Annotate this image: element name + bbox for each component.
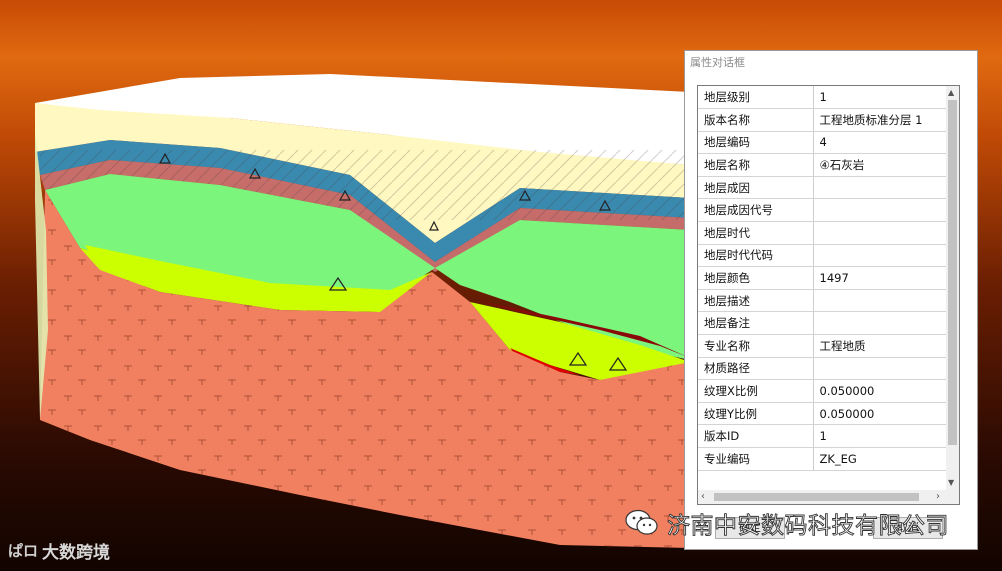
property-value[interactable]: ④石灰岩: [813, 153, 948, 177]
property-row[interactable]: 地层时代代码: [698, 244, 948, 268]
property-key: 版本ID: [698, 424, 814, 448]
brand-name: 大数跨境: [42, 543, 111, 563]
property-value[interactable]: [813, 221, 948, 245]
property-value[interactable]: 0.050000: [813, 402, 948, 426]
property-dialog[interactable]: 属性对话框 地层级别 1 版本名称 工程地质标准分层 1 地层编码 4 地层名称 ④石灰岩 地层…: [684, 50, 978, 550]
property-key: 地层颜色: [698, 266, 814, 290]
property-value[interactable]: 工程地质标准分层 1: [813, 108, 948, 132]
property-value[interactable]: [813, 176, 948, 200]
property-value[interactable]: ZK_EG: [813, 447, 948, 471]
property-value[interactable]: 0.050000: [813, 379, 948, 403]
property-key: 材质路径: [698, 357, 814, 381]
property-value[interactable]: [813, 198, 948, 223]
property-row[interactable]: 材质路径: [698, 357, 948, 381]
brand-logo-icon: ぱロ: [8, 542, 39, 560]
property-table[interactable]: 地层级别 1 版本名称 工程地质标准分层 1 地层编码 4 地层名称 ④石灰岩 地层成因 地层成因…: [698, 86, 948, 471]
scrollbar-corner: [946, 490, 959, 504]
property-key: 专业名称: [698, 334, 814, 358]
property-row[interactable]: 专业名称 工程地质: [698, 334, 948, 358]
vertical-scroll-thumb[interactable]: [948, 100, 957, 445]
property-key: 版本名称: [698, 108, 814, 132]
property-row[interactable]: 纹理Y比例 0.050000: [698, 402, 948, 426]
scroll-up-icon[interactable]: ▲: [948, 88, 954, 98]
property-row[interactable]: 专业编码 ZK_EG: [698, 447, 948, 471]
property-value[interactable]: 1: [813, 424, 948, 448]
property-row[interactable]: 地层名称 ④石灰岩: [698, 153, 948, 177]
property-key: 地层时代代码: [698, 244, 814, 268]
company-name: 济南中安数码科技有限公司: [667, 513, 949, 540]
property-key: 地层编码: [698, 131, 814, 155]
brand-watermark: ぱロ 大数跨境: [8, 538, 110, 563]
property-row[interactable]: 版本ID 1: [698, 424, 948, 448]
property-key: 地层名称: [698, 153, 814, 177]
property-value[interactable]: 1: [813, 86, 948, 110]
scroll-right-icon[interactable]: ›: [936, 491, 940, 502]
property-row[interactable]: 纹理X比例 0.050000: [698, 379, 948, 403]
property-value[interactable]: [813, 311, 948, 336]
property-row[interactable]: 地层时代: [698, 221, 948, 245]
property-key: 地层描述: [698, 289, 814, 313]
property-key: 地层备注: [698, 311, 814, 336]
horizontal-scrollbar[interactable]: ‹ ›: [698, 490, 947, 504]
scroll-down-icon[interactable]: ▼: [948, 478, 954, 488]
dialog-title: 属性对话框: [690, 56, 745, 69]
property-key: 专业编码: [698, 447, 814, 471]
property-row[interactable]: 地层级别 1: [698, 86, 948, 110]
property-key: 地层级别: [698, 86, 814, 110]
property-key: 地层成因代号: [698, 198, 814, 223]
property-value[interactable]: [813, 289, 948, 313]
company-watermark: 济南中安数码科技有限公司: [625, 506, 949, 540]
property-row[interactable]: 地层成因代号: [698, 198, 948, 223]
scroll-left-icon[interactable]: ‹: [701, 491, 705, 502]
vertical-scrollbar[interactable]: ▲ ▼: [946, 86, 959, 491]
property-row[interactable]: 版本名称 工程地质标准分层 1: [698, 108, 948, 132]
property-row[interactable]: 地层描述: [698, 289, 948, 313]
wechat-icon: [625, 509, 658, 535]
property-value[interactable]: 4: [813, 131, 948, 155]
property-value[interactable]: [813, 244, 948, 268]
property-value[interactable]: 1497: [813, 266, 948, 290]
property-value[interactable]: 工程地质: [813, 334, 948, 358]
property-row[interactable]: 地层颜色 1497: [698, 266, 948, 290]
property-value[interactable]: [813, 357, 948, 381]
property-key: 地层时代: [698, 221, 814, 245]
property-key: 纹理X比例: [698, 379, 814, 403]
property-grid[interactable]: 地层级别 1 版本名称 工程地质标准分层 1 地层编码 4 地层名称 ④石灰岩 地层成因 地层成因…: [697, 85, 960, 505]
property-row[interactable]: 地层成因: [698, 176, 948, 200]
property-key: 地层成因: [698, 176, 814, 200]
property-row[interactable]: 地层编码 4: [698, 131, 948, 155]
property-row[interactable]: 地层备注: [698, 311, 948, 336]
property-key: 纹理Y比例: [698, 402, 814, 426]
horizontal-scroll-thumb[interactable]: [714, 493, 919, 501]
